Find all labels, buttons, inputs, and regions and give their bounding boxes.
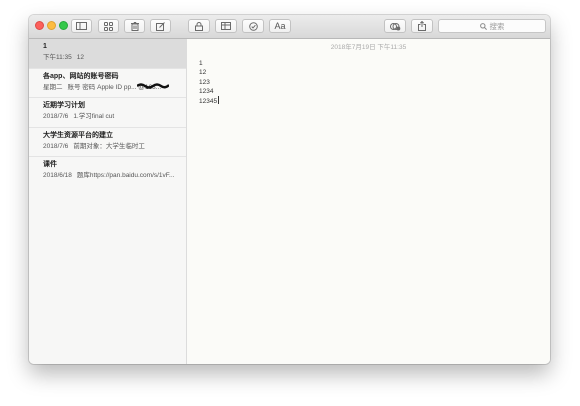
note-title: 1	[43, 43, 47, 50]
note-subtitle: 2018/7/6 前期对象：大学生临时工	[43, 142, 186, 152]
format-button[interactable]: Aa	[269, 19, 291, 33]
note-item[interactable]: 课件 2018/6/18 题库https://pan.baidu.com/s/1v…	[29, 157, 186, 187]
note-date: 2018/7/6	[43, 113, 69, 120]
checklist-button[interactable]	[242, 19, 264, 33]
note-title: 近期学习计划	[43, 102, 85, 109]
note-line: 12	[199, 69, 207, 77]
attachments-grid-icon	[104, 21, 113, 31]
toolbar: Aa 搜索	[29, 15, 550, 39]
checklist-icon	[248, 21, 258, 31]
note-item[interactable]: 大学生资源平台的建立 2018/7/6 前期对象：大学生临时工	[29, 128, 186, 157]
note-subtitle: 下午11:35 12	[43, 53, 186, 63]
notes-list: 1 下午11:35 12 各app、网站的账号密码 星期二 账号 密码 Apple …	[29, 39, 187, 364]
lock-button[interactable]	[188, 19, 210, 33]
note-line: 12345	[199, 98, 218, 106]
notes-window: Aa 搜索 1 下午11:35 12 各app、网站的账号密码 星期二 账号 密码 …	[29, 15, 550, 364]
share-button[interactable]	[411, 19, 433, 33]
redaction-scribble	[137, 82, 169, 89]
note-preview: 12	[76, 54, 85, 61]
search-placeholder: 搜索	[489, 21, 505, 31]
note-preview: 1.学习final cut	[73, 113, 115, 120]
search-icon	[479, 22, 487, 30]
sidebar-toggle-icon	[76, 22, 87, 30]
table-icon	[221, 22, 231, 30]
search-field[interactable]: 搜索	[438, 19, 546, 33]
note-editor[interactable]: 2018年7月19日 下午11:35 1 12 123 1234 12345	[187, 39, 550, 364]
zoom-button[interactable]	[59, 21, 68, 30]
note-title: 大学生资源平台的建立	[43, 131, 113, 139]
note-title: 各app、网站的账号密码	[43, 72, 119, 80]
close-button[interactable]	[35, 21, 44, 30]
note-body[interactable]: 1 12 123 1234 12345	[187, 51, 550, 106]
note-line-last: 12345	[199, 96, 550, 106]
delete-button[interactable]	[124, 19, 145, 33]
lock-icon	[195, 21, 203, 31]
note-date: 2018/6/18	[43, 172, 72, 179]
note-date: 星期二	[43, 83, 63, 91]
note-timestamp: 2018年7月19日 下午11:35	[330, 44, 407, 51]
note-line: 123	[199, 78, 210, 86]
note-date: 下午11:35	[43, 54, 72, 61]
note-title: 课件	[43, 161, 57, 168]
table-button[interactable]	[215, 19, 237, 33]
text-cursor	[218, 96, 220, 105]
note-subtitle: 2018/6/18 题库https://pan.baidu.com/s/1vF..…	[43, 171, 186, 181]
note-line: 1234	[199, 87, 214, 95]
attachments-button[interactable]	[98, 19, 119, 33]
note-item[interactable]: 近期学习计划 2018/7/6 1.学习final cut	[29, 98, 186, 128]
format-text-icon: Aa	[274, 21, 286, 31]
note-item[interactable]: 各app、网站的账号密码 星期二 账号 密码 Apple ID pp... @16…	[29, 69, 186, 98]
share-icon	[418, 21, 426, 31]
sidebar-toggle-button[interactable]	[71, 19, 92, 33]
minimize-button[interactable]	[47, 21, 56, 30]
add-people-button[interactable]	[384, 19, 406, 33]
note-line: 1	[199, 60, 203, 67]
note-subtitle: 2018/7/6 1.学习final cut	[43, 112, 186, 122]
new-note-button[interactable]	[150, 19, 171, 33]
note-date: 2018/7/6	[43, 142, 69, 150]
add-people-icon	[389, 22, 400, 30]
note-preview: 前期对象：大学生临时工	[73, 142, 145, 150]
compose-icon	[156, 21, 165, 31]
trash-icon	[130, 21, 139, 31]
note-preview: 题库https://pan.baidu.com/s/1vF...	[76, 172, 175, 179]
note-item-selected[interactable]: 1 下午11:35 12	[29, 39, 186, 69]
